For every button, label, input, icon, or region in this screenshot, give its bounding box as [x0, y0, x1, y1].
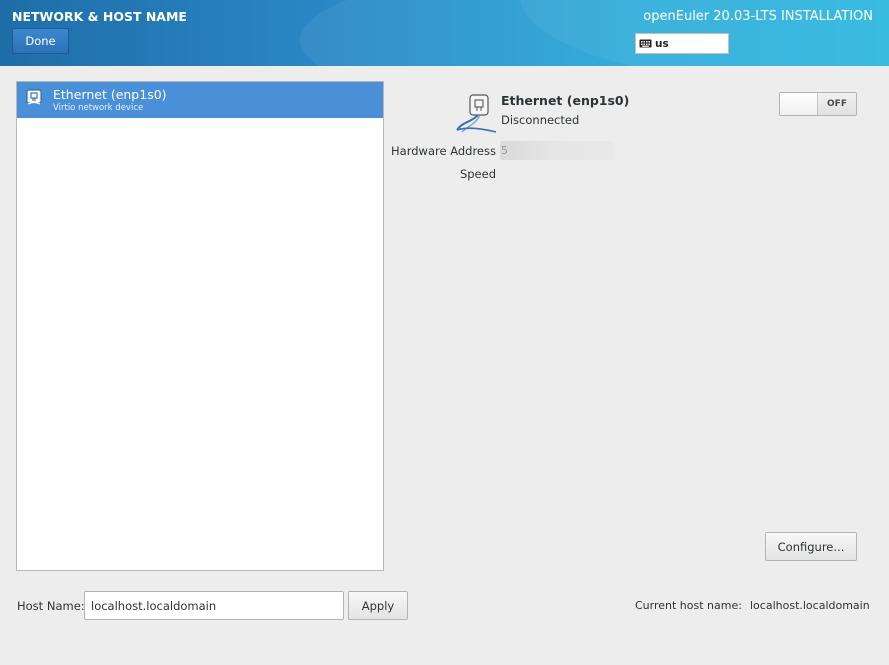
keyboard-icon [639, 39, 652, 48]
product-title: openEuler 20.03-LTS INSTALLATION [643, 9, 873, 24]
connection-status: Disconnected [501, 113, 580, 127]
header-bar: NETWORK & HOST NAME Done openEuler 20.03… [0, 0, 889, 66]
current-host-name-value: localhost.localdomain [750, 599, 870, 612]
keyboard-layout-indicator[interactable]: us [635, 33, 729, 54]
hardware-address-label: Hardware Address [391, 144, 496, 158]
device-name: Ethernet (enp1s0) [53, 87, 167, 102]
device-row-enp1s0[interactable]: Ethernet (enp1s0) Virtio network device [17, 82, 383, 118]
device-description: Virtio network device [53, 103, 144, 113]
detail-device-name: Ethernet (enp1s0) [501, 93, 630, 108]
speed-label: Speed [459, 167, 496, 181]
host-name-label: Host Name: [17, 599, 85, 613]
current-host-name-label: Current host name: [635, 599, 742, 612]
connection-toggle[interactable]: OFF [779, 92, 857, 116]
hardware-address-value: 5 [500, 141, 614, 160]
ethernet-icon [26, 89, 42, 105]
toggle-knob[interactable] [780, 93, 818, 115]
toggle-state-label: OFF [827, 99, 847, 109]
configure-button[interactable]: Configure... [765, 532, 857, 561]
keyboard-layout-label: us [655, 37, 669, 50]
done-button[interactable]: Done [12, 28, 69, 54]
ethernet-cable-icon [456, 94, 497, 133]
device-list[interactable]: Ethernet (enp1s0) Virtio network device [16, 81, 384, 571]
host-name-input[interactable] [84, 591, 344, 620]
spoke-title: NETWORK & HOST NAME [12, 9, 187, 24]
apply-button[interactable]: Apply [348, 591, 408, 620]
